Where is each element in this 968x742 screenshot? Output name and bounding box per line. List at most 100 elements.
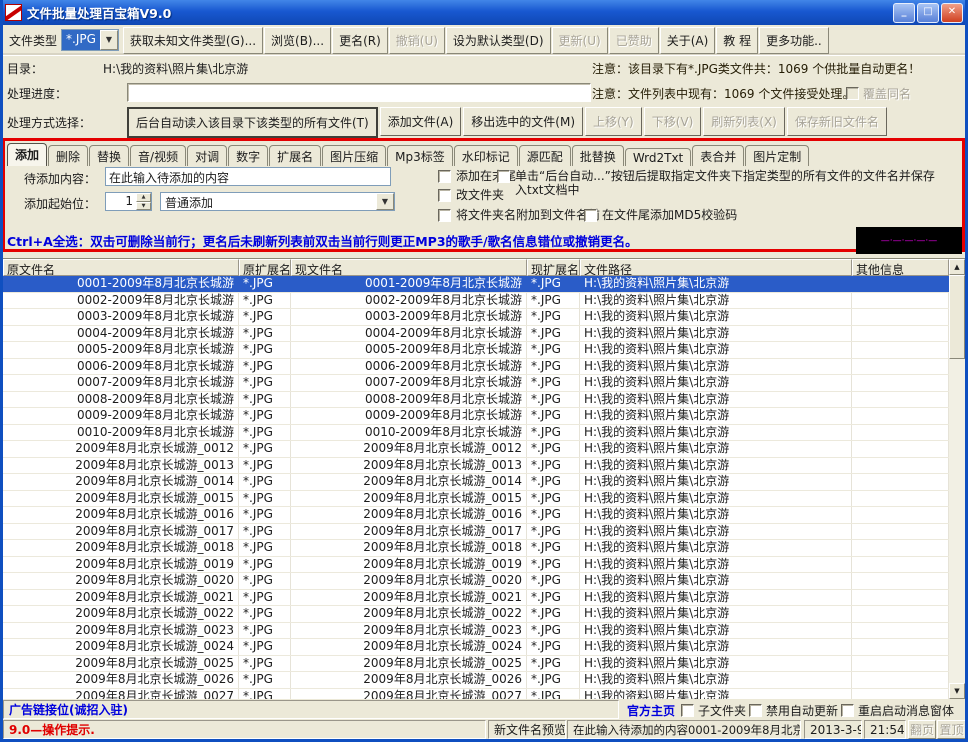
tab[interactable]: 源匹配	[519, 145, 571, 166]
md5-checksum-checkbox[interactable]: 在文件尾添加MD5校验码	[584, 208, 737, 222]
tab[interactable]: 音/视频	[130, 145, 186, 166]
vertical-scrollbar[interactable]: ▲ ▼	[949, 259, 965, 699]
tab[interactable]: 水印标记	[454, 145, 518, 166]
table-row[interactable]: 0003-2009年8月北京长城游*.JPG0003-2009年8月北京长城游*…	[3, 309, 949, 326]
mode-button[interactable]: 添加文件(A)	[380, 107, 462, 136]
toolbar-button[interactable]: 教 程	[716, 27, 758, 54]
table-row[interactable]: 0009-2009年8月北京长城游*.JPG0009-2009年8月北京长城游*…	[3, 408, 949, 425]
table-header-cell[interactable]: 原文件名	[3, 259, 239, 276]
tab[interactable]: 图片定制	[745, 145, 809, 166]
mode-button[interactable]: 移出选中的文件(M)	[463, 107, 583, 136]
table-row[interactable]: 0002-2009年8月北京长城游*.JPG0002-2009年8月北京长城游*…	[3, 293, 949, 310]
table-row[interactable]: 2009年8月北京长城游_0022*.JPG2009年8月北京长城游_0022*…	[3, 606, 949, 623]
toolbar-button[interactable]: 设为默认类型(D)	[446, 27, 551, 54]
disable-autoupdate-checkbox[interactable]: 禁用自动更新	[749, 702, 838, 719]
tab[interactable]: 表合并	[692, 145, 744, 166]
table-row[interactable]: 2009年8月北京长城游_0013*.JPG2009年8月北京长城游_0013*…	[3, 458, 949, 475]
tab[interactable]: Mp3标签	[387, 145, 453, 166]
table-cell: 0010-2009年8月北京长城游	[291, 425, 527, 441]
table-row[interactable]: 2009年8月北京长城游_0015*.JPG2009年8月北京长城游_0015*…	[3, 491, 949, 508]
table-row[interactable]: 2009年8月北京长城游_0021*.JPG2009年8月北京长城游_0021*…	[3, 590, 949, 607]
ad-marquee[interactable]: —·—·—·—·—	[856, 227, 962, 254]
toolbar-button[interactable]: 更多功能..	[759, 27, 829, 54]
table-row[interactable]: 2009年8月北京长城游_0012*.JPG2009年8月北京长城游_0012*…	[3, 441, 949, 458]
minimize-button[interactable]: _	[893, 3, 915, 23]
table-header-cell[interactable]: 其他信息	[852, 259, 949, 276]
table-row[interactable]: 0007-2009年8月北京长城游*.JPG0007-2009年8月北京长城游*…	[3, 375, 949, 392]
chevron-down-icon[interactable]: ▼	[376, 193, 394, 210]
tab[interactable]: 扩展名	[269, 145, 321, 166]
table-row[interactable]: 2009年8月北京长城游_0025*.JPG2009年8月北京长城游_0025*…	[3, 656, 949, 673]
overwrite-same-name-checkbox: 覆盖同名	[846, 85, 911, 102]
table-row[interactable]: 0005-2009年8月北京长城游*.JPG0005-2009年8月北京长城游*…	[3, 342, 949, 359]
table-row[interactable]: 0008-2009年8月北京长城游*.JPG0008-2009年8月北京长城游*…	[3, 392, 949, 409]
restart-message-checkbox[interactable]: 重启启动消息窗体	[841, 702, 954, 719]
table-row[interactable]: 0006-2009年8月北京长城游*.JPG0006-2009年8月北京长城游*…	[3, 359, 949, 376]
table-row[interactable]: 2009年8月北京长城游_0020*.JPG2009年8月北京长城游_0020*…	[3, 573, 949, 590]
tab[interactable]: 数字	[228, 145, 268, 166]
stepper-up-icon[interactable]: ▲	[136, 193, 151, 202]
table-cell: *.JPG	[239, 573, 291, 589]
add-mode-select[interactable]: 普通添加 ▼	[160, 192, 395, 211]
file-type-combobox[interactable]: *.JPG ▼	[61, 29, 119, 51]
table-row[interactable]: 2009年8月北京长城游_0023*.JPG2009年8月北京长城游_0023*…	[3, 623, 949, 640]
tab[interactable]: 替换	[89, 145, 129, 166]
table-cell: 2009年8月北京长城游_0022	[3, 606, 239, 622]
table-header-cell[interactable]: 原扩展名	[239, 259, 291, 276]
table-header-cell[interactable]: 现扩展名	[527, 259, 580, 276]
mode-button: 刷新列表(X)	[703, 107, 785, 136]
change-folder-checkbox[interactable]: 改文件夹	[438, 188, 504, 202]
table-header-cell[interactable]: 文件路径	[580, 259, 852, 276]
tab[interactable]: 批替换	[572, 145, 624, 166]
table-row[interactable]: 0010-2009年8月北京长城游*.JPG0010-2009年8月北京长城游*…	[3, 425, 949, 442]
table-row[interactable]: 2009年8月北京长城游_0017*.JPG2009年8月北京长城游_0017*…	[3, 524, 949, 541]
progress-row: 处理进度： 注意：文件列表中现有：1069 个文件接受处理。 覆盖同名	[3, 81, 965, 105]
mode-button[interactable]: 后台自动读入该目录下该类型的所有文件(T)	[127, 107, 378, 138]
table-cell: *.JPG	[239, 623, 291, 639]
toolbar-button[interactable]: 浏览(B)...	[264, 27, 331, 54]
tab[interactable]: 图片压缩	[322, 145, 386, 166]
table-cell: 2009年8月北京长城游_0020	[3, 573, 239, 589]
table-cell	[852, 524, 949, 540]
table-row[interactable]: 0004-2009年8月北京长城游*.JPG0004-2009年8月北京长城游*…	[3, 326, 949, 343]
table-row[interactable]: 2009年8月北京长城游_0027*.JPG2009年8月北京长城游_0027*…	[3, 689, 949, 700]
toolbar-button[interactable]: 获取未知文件类型(G)...	[123, 27, 263, 54]
table-cell: 0004-2009年8月北京长城游	[291, 326, 527, 342]
start-position-stepper[interactable]: 1 ▲ ▼	[105, 192, 152, 211]
table-row[interactable]: 0001-2009年8月北京长城游*.JPG0001-2009年8月北京长城游*…	[3, 276, 949, 293]
tab[interactable]: 添加	[7, 143, 47, 166]
pin-top-button: 置顶	[937, 720, 966, 739]
table-row[interactable]: 2009年8月北京长城游_0024*.JPG2009年8月北京长城游_0024*…	[3, 639, 949, 656]
subfolder-checkbox[interactable]: 子文件夹	[681, 702, 746, 719]
toolbar-button[interactable]: 更名(R)	[332, 27, 388, 54]
mode-button: 上移(Y)	[585, 107, 642, 136]
scrollbar-thumb[interactable]	[949, 275, 965, 359]
scroll-up-icon[interactable]: ▲	[949, 259, 965, 275]
table-cell: *.JPG	[527, 474, 580, 490]
table-row[interactable]: 2009年8月北京长城游_0019*.JPG2009年8月北京长城游_0019*…	[3, 557, 949, 574]
official-home-link[interactable]: 官方主页	[627, 702, 675, 719]
scroll-down-icon[interactable]: ▼	[949, 683, 965, 699]
maximize-button[interactable]: □	[917, 3, 939, 23]
content-input[interactable]: 在此输入待添加的内容	[105, 167, 391, 186]
tab[interactable]: 对调	[187, 145, 227, 166]
table-row[interactable]: 2009年8月北京长城游_0014*.JPG2009年8月北京长城游_0014*…	[3, 474, 949, 491]
ad-marquee-text: —·—·—·—·—	[881, 236, 937, 246]
table-cell: *.JPG	[239, 441, 291, 457]
table-cell: 2009年8月北京长城游_0014	[291, 474, 527, 490]
table-row[interactable]: 2009年8月北京长城游_0016*.JPG2009年8月北京长城游_0016*…	[3, 507, 949, 524]
prepend-folder-name-checkbox[interactable]: 将文件夹名附加到文件名前	[438, 208, 600, 222]
table-row[interactable]: 2009年8月北京长城游_0018*.JPG2009年8月北京长城游_0018*…	[3, 540, 949, 557]
close-button[interactable]: ✕	[941, 3, 963, 23]
table-cell: *.JPG	[239, 474, 291, 490]
save-to-txt-checkbox[interactable]: 单击“后台自动...”按钮后提取指定文件夹下指定类型的所有文件的文件名并保存入t…	[497, 169, 937, 197]
tab[interactable]: 删除	[48, 145, 88, 166]
chevron-down-icon[interactable]: ▼	[100, 30, 118, 50]
tab[interactable]: Wrd2Txt	[625, 148, 691, 166]
stepper-down-icon[interactable]: ▼	[136, 202, 151, 211]
ad-link[interactable]: 广告链接位(诚招入驻)	[9, 701, 128, 718]
table-row[interactable]: 2009年8月北京长城游_0026*.JPG2009年8月北京长城游_0026*…	[3, 672, 949, 689]
table-cell: 0005-2009年8月北京长城游	[291, 342, 527, 358]
toolbar-button[interactable]: 关于(A)	[660, 27, 716, 54]
table-header-cell[interactable]: 现文件名	[291, 259, 527, 276]
